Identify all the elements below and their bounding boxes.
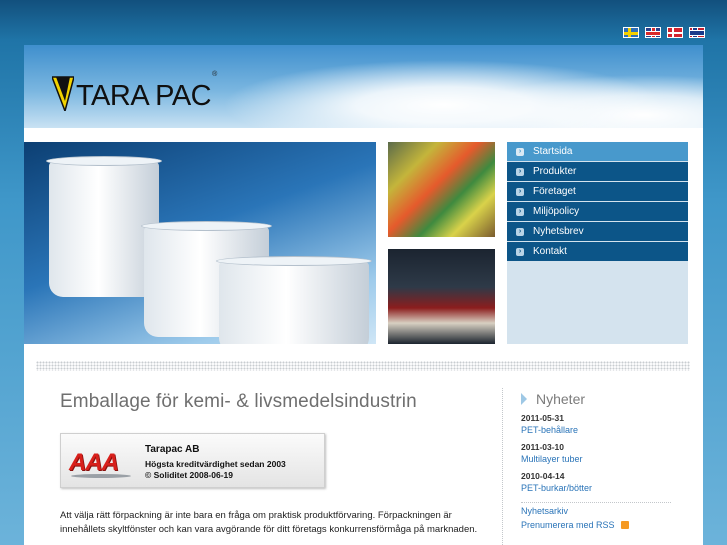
norwegian-flag-icon[interactable]	[689, 27, 705, 38]
swoosh-icon	[71, 474, 131, 478]
hero-section: › Startsida › Produkter › Företaget › Mi…	[24, 142, 703, 344]
rss-subscribe-link[interactable]: Prenumerera med RSS	[521, 519, 615, 531]
arrow-right-icon	[521, 393, 527, 405]
nav-bullet-icon: ›	[516, 147, 524, 156]
nav-item-foretaget[interactable]: › Företaget	[507, 182, 688, 201]
news-heading: Nyheter	[521, 391, 681, 407]
color-chips-photo	[388, 142, 495, 237]
nav-item-label: Startsida	[533, 146, 573, 157]
credit-rating-badge[interactable]: AAA Tarapac AB Högsta kreditvärdighet se…	[60, 433, 325, 488]
bucket-image	[216, 256, 372, 344]
nav-item-label: Miljöpolicy	[533, 206, 580, 217]
main-nav: › Startsida › Produkter › Företaget › Mi…	[507, 142, 688, 344]
intro-text: Att välja rätt förpackning är inte bara …	[60, 510, 478, 535]
aaa-rating-icon: AAA	[69, 449, 119, 476]
rss-icon[interactable]	[620, 521, 629, 529]
language-flags	[623, 27, 705, 38]
news-date: 2011-03-10	[521, 442, 565, 452]
nav-item-produkter[interactable]: › Produkter	[507, 162, 688, 181]
nav-item-kontakt[interactable]: › Kontakt	[507, 242, 688, 261]
nav-bullet-icon: ›	[516, 207, 524, 216]
nav-bullet-icon: ›	[516, 227, 524, 236]
page-title: Emballage för kemi- & livsmedelsindustri…	[60, 391, 417, 412]
news-date: 2010-04-14	[521, 471, 565, 481]
danish-flag-icon[interactable]	[667, 27, 683, 38]
news-link[interactable]: PET-burkar/bötter	[521, 482, 681, 494]
page-container: TARA PAC ® › Startsida › Produkter › För…	[24, 45, 703, 545]
news-title-label: Nyheter	[536, 391, 586, 407]
nav-item-label: Företaget	[533, 186, 576, 197]
news-item: 2010-04-14 PET-burkar/bötter	[521, 471, 681, 494]
news-sidebar: Nyheter 2011-05-31 PET-behållare 2011-03…	[521, 391, 681, 531]
rss-row: Prenumerera med RSS	[521, 519, 681, 531]
nav-bullet-icon: ›	[516, 247, 524, 256]
vertical-divider	[502, 388, 503, 545]
nav-item-label: Nyhetsbrev	[533, 226, 584, 237]
nav-item-label: Kontakt	[533, 246, 567, 257]
uk-flag-icon[interactable]	[645, 27, 661, 38]
buckets-photo	[24, 142, 376, 344]
packaging-photo	[388, 249, 495, 344]
rating-line-1: Högsta kreditvärdighet sedan 2003	[145, 459, 286, 469]
logo-text: TARA PAC	[76, 80, 212, 112]
main-content: Emballage för kemi- & livsmedelsindustri…	[60, 391, 480, 535]
news-date: 2011-05-31	[521, 413, 565, 423]
nav-bullet-icon: ›	[516, 167, 524, 176]
news-archive-link[interactable]: Nyhetsarkiv	[521, 506, 681, 516]
nav-item-label: Produkter	[533, 166, 577, 177]
news-link[interactable]: PET-behållare	[521, 424, 681, 436]
swedish-flag-icon[interactable]	[623, 27, 639, 38]
nav-bullet-icon: ›	[516, 187, 524, 196]
nav-item-nyhetsbrev[interactable]: › Nyhetsbrev	[507, 222, 688, 241]
dotted-divider	[36, 361, 690, 371]
news-item: 2011-03-10 Multilayer tuber	[521, 442, 681, 465]
logo-triangle-icon	[50, 71, 75, 114]
rating-company: Tarapac AB	[145, 444, 200, 455]
nav-item-startsida[interactable]: › Startsida	[507, 142, 688, 161]
bucket-image	[46, 156, 162, 297]
logo[interactable]: TARA PAC ®	[50, 71, 218, 114]
news-divider	[521, 502, 671, 503]
nav-item-miljopolicy[interactable]: › Miljöpolicy	[507, 202, 688, 221]
registered-mark: ®	[212, 71, 218, 78]
header-banner: TARA PAC ®	[24, 45, 703, 128]
news-link[interactable]: Multilayer tuber	[521, 453, 681, 465]
rating-line-2: © Soliditet 2008-06-19	[145, 470, 233, 480]
news-item: 2011-05-31 PET-behållare	[521, 413, 681, 436]
